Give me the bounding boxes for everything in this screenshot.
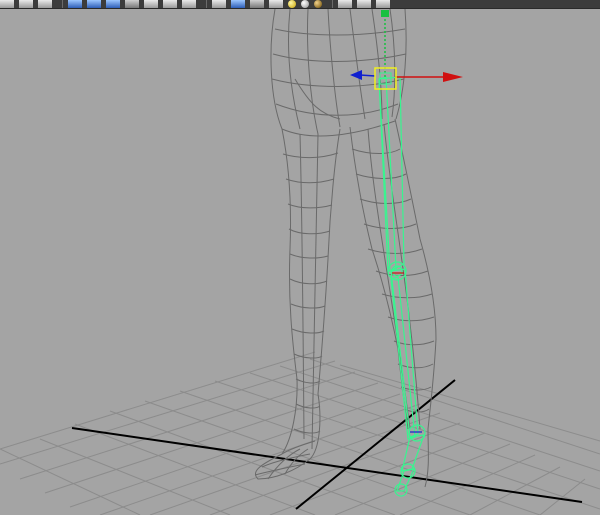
grid-icon[interactable] <box>0 0 14 8</box>
default-material-icon[interactable] <box>250 0 264 8</box>
panel-layout-icon[interactable] <box>338 0 352 8</box>
z-axis-handle <box>359 74 376 77</box>
ambient-occlusion-icon[interactable] <box>288 0 296 8</box>
wireframe-icon[interactable] <box>19 0 33 8</box>
image-plane-icon[interactable] <box>231 0 245 8</box>
two-pane-icon[interactable] <box>357 0 371 8</box>
3d-viewport[interactable] <box>0 9 600 515</box>
viewport-toolbar <box>0 0 600 9</box>
toolbar-separator <box>206 0 207 8</box>
viewport-background <box>0 9 600 515</box>
camera-icon[interactable] <box>38 0 52 8</box>
maya-application-window <box>0 0 600 515</box>
xray-icon[interactable] <box>125 0 139 8</box>
link-icon[interactable] <box>376 0 390 8</box>
camera-attributes-icon[interactable] <box>182 0 196 8</box>
lighting-icon[interactable] <box>106 0 120 8</box>
y-axis-arrow-icon <box>381 10 389 17</box>
texture-icon[interactable] <box>87 0 101 8</box>
shaded-icon[interactable] <box>68 0 82 8</box>
toolbar-separator <box>332 0 333 8</box>
toolbar-separator <box>62 0 63 8</box>
viewport-canvas[interactable] <box>0 9 600 515</box>
resolution-gate-icon[interactable] <box>163 0 177 8</box>
motion-blur-icon[interactable] <box>301 0 309 8</box>
isolate-icon[interactable] <box>144 0 158 8</box>
transform-tool-icon[interactable] <box>314 0 322 8</box>
bookmark-icon[interactable] <box>212 0 226 8</box>
shadow-icon[interactable] <box>269 0 283 8</box>
